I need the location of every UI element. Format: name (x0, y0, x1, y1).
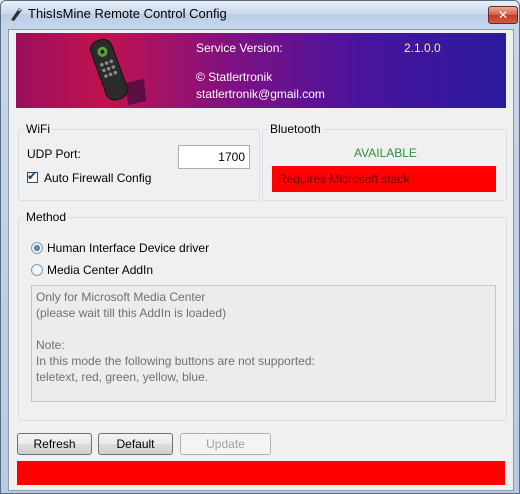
client-area: Service Version: 2.1.0.0 © Statlertronik… (8, 29, 514, 491)
service-version-value: 2.1.0.0 (404, 41, 441, 55)
wifi-group-title: WiFi (24, 122, 52, 136)
remote-app-icon (11, 8, 22, 21)
auto-firewall-label[interactable]: Auto Firewall Config (44, 171, 151, 185)
bluetooth-message: Requires Microsoft stack (278, 172, 410, 186)
window-title: ThisIsMine Remote Control Config (28, 6, 227, 21)
contact-email: statlertronik@gmail.com (196, 87, 325, 101)
checkmark-icon: ✔ (27, 169, 38, 183)
udp-port-label: UDP Port: (27, 147, 81, 161)
app-window: ThisIsMine Remote Control Config ✕ Servi… (0, 0, 520, 494)
auto-firewall-checkbox[interactable]: ✔ (27, 169, 38, 183)
bluetooth-status: AVAILABLE (354, 146, 417, 160)
bluetooth-group: Bluetooth AVAILABLE Requires Microsoft s… (262, 122, 507, 201)
wifi-group: WiFi UDP Port: 1700 ✔ Auto Firewall Conf… (18, 122, 260, 201)
method-group: Method Human Interface Device driver Med… (18, 210, 507, 421)
hid-driver-radio[interactable] (31, 242, 43, 254)
media-center-radio[interactable] (31, 264, 43, 276)
method-info-box: Only for Microsoft Media Center (please … (31, 285, 496, 402)
media-center-label[interactable]: Media Center AddIn (47, 263, 153, 277)
refresh-button[interactable]: Refresh (17, 433, 92, 455)
remote-control-icon (90, 38, 146, 105)
update-button[interactable]: Update (180, 433, 271, 455)
bluetooth-group-title: Bluetooth (268, 122, 323, 136)
header-banner: Service Version: 2.1.0.0 © Statlertronik… (16, 33, 506, 108)
default-button[interactable]: Default (98, 433, 173, 455)
close-button[interactable]: ✕ (488, 6, 518, 24)
method-group-title: Method (24, 210, 69, 224)
status-bar (17, 461, 505, 485)
title-bar[interactable]: ThisIsMine Remote Control Config ✕ (1, 1, 519, 27)
service-version-label: Service Version: (196, 41, 283, 55)
bluetooth-message-box: Requires Microsoft stack (272, 166, 496, 192)
udp-port-input[interactable]: 1700 (178, 145, 250, 169)
copyright-text: © Statlertronik (196, 70, 273, 84)
hid-driver-label[interactable]: Human Interface Device driver (47, 241, 209, 255)
